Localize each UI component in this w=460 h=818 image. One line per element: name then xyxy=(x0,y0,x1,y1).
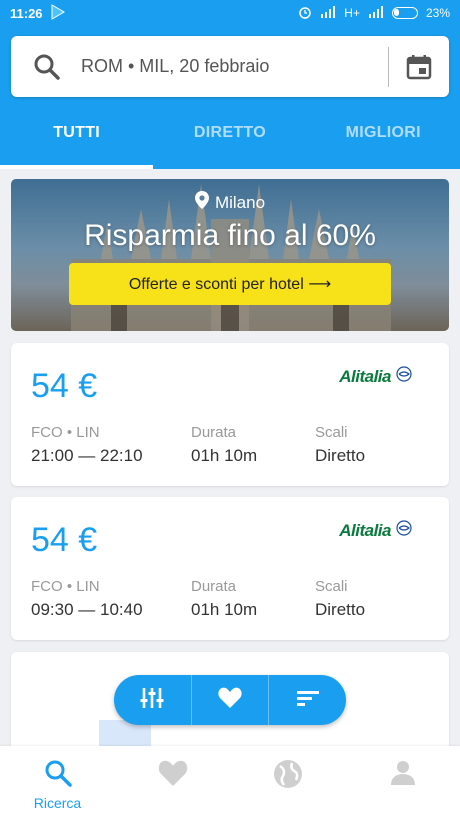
airline-name: Alitalia xyxy=(339,520,391,540)
flight-card[interactable]: 54 € Alitalia FCO • LIN 21:00 — 22:10 Du… xyxy=(11,343,449,486)
calendar-icon[interactable] xyxy=(389,36,449,97)
floating-action-bar xyxy=(114,675,346,725)
promo-city: Milano xyxy=(11,191,449,214)
promo-banner[interactable]: Milano Risparmia fino al 60% Offerte e s… xyxy=(11,179,449,331)
status-bar: 11:26 H+ 23% xyxy=(0,0,460,26)
battery-level: 23% xyxy=(425,6,450,20)
status-time: 11:26 xyxy=(10,5,43,21)
search-query[interactable]: ROM • MIL, 20 febbraio xyxy=(81,56,388,77)
nav-profile[interactable] xyxy=(345,746,460,818)
airline-logo: Alitalia xyxy=(339,519,413,542)
network-type: H+ xyxy=(344,6,360,20)
promo-city-label: Milano xyxy=(214,192,266,212)
favorites-button[interactable] xyxy=(192,675,270,725)
promo-title: Risparmia fino al 60% xyxy=(84,219,376,252)
flight-times: 21:00 — 22:10 xyxy=(31,446,143,465)
nav-ricerca[interactable]: Ricerca xyxy=(0,746,115,818)
sort-button[interactable] xyxy=(269,675,346,725)
duration-label: Durata xyxy=(191,578,237,595)
airline-emblem-icon xyxy=(395,519,413,542)
search-icon xyxy=(31,51,63,83)
bottom-navigation: Ricerca xyxy=(0,746,460,818)
stops-value: Diretto xyxy=(315,446,366,465)
signal-icon-2 xyxy=(368,5,384,21)
tab-bar: TUTTI DIRETTO MIGLIORI xyxy=(0,120,460,169)
flight-times: 09:30 — 10:40 xyxy=(31,600,143,619)
battery-icon xyxy=(391,7,418,19)
tab-migliori[interactable]: MIGLIORI xyxy=(307,120,460,169)
airline-logo: Alitalia xyxy=(339,365,413,388)
filter-button[interactable] xyxy=(114,675,192,725)
stops-label: Scali xyxy=(315,424,348,441)
stops-value: Diretto xyxy=(315,600,366,619)
person-icon xyxy=(389,758,417,791)
airline-name: Alitalia xyxy=(339,366,391,386)
hotel-deals-button[interactable]: Offerte e sconti per hotel ⟶ xyxy=(69,263,391,305)
globe-icon xyxy=(272,758,304,795)
stops-label: Scali xyxy=(315,578,348,595)
sort-icon xyxy=(295,686,321,715)
app-header: ROM • MIL, 20 febbraio TUTTI DIRETTO MIG… xyxy=(0,26,460,169)
play-store-icon xyxy=(51,3,65,23)
airline-emblem-icon xyxy=(395,365,413,388)
heart-icon xyxy=(157,758,189,793)
tab-diretto[interactable]: DIRETTO xyxy=(153,120,306,169)
flight-card[interactable]: 54 € Alitalia FCO • LIN 09:30 — 10:40 Du… xyxy=(11,497,449,640)
search-icon xyxy=(43,758,73,793)
flight-price: 54 € xyxy=(31,521,98,559)
nav-explore[interactable] xyxy=(230,746,345,818)
signal-icon xyxy=(320,5,336,21)
search-bar[interactable]: ROM • MIL, 20 febbraio xyxy=(11,36,449,97)
heart-icon xyxy=(217,686,243,715)
duration-value: 01h 10m xyxy=(191,446,258,465)
flight-price: 54 € xyxy=(31,367,98,405)
nav-favorites[interactable] xyxy=(115,746,230,818)
duration-label: Durata xyxy=(191,424,237,441)
duration-value: 01h 10m xyxy=(191,600,258,619)
alarm-icon xyxy=(298,5,312,22)
nav-ricerca-label: Ricerca xyxy=(33,795,82,811)
route-label: FCO • LIN xyxy=(31,578,100,595)
route-label: FCO • LIN xyxy=(31,424,100,441)
filter-sliders-icon xyxy=(139,686,165,715)
location-pin-icon xyxy=(194,191,209,214)
tab-tutti[interactable]: TUTTI xyxy=(0,120,154,169)
